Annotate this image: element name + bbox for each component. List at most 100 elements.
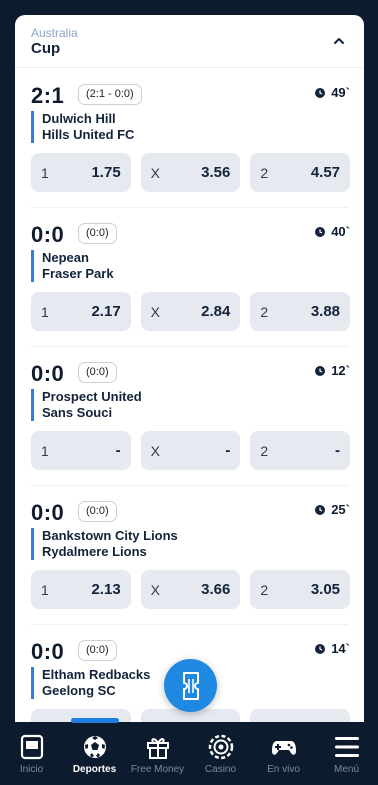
nav-item-en-vivo[interactable]: En vivo — [252, 722, 315, 785]
odd-label: 2 — [260, 303, 269, 320]
nav-item-deportes[interactable]: Deportes — [63, 722, 126, 785]
league-card: Australia Cup 2:1 (2:1 - 0:0) 49` Dulwic… — [15, 15, 364, 735]
match-score: 0:0 — [31, 222, 65, 247]
odd-value: 2.17 — [91, 303, 121, 320]
nav-item-menu[interactable]: Menú — [315, 722, 378, 785]
teams[interactable]: Dulwich Hill Hills United FC — [31, 111, 134, 143]
teams[interactable]: Prospect United Sans Souci — [31, 389, 142, 421]
league-name: Cup — [31, 40, 61, 57]
nav-label: Casino — [204, 764, 237, 775]
away-team: Rydalmere Lions — [42, 544, 147, 559]
odd-value: 1.75 — [91, 164, 121, 181]
odd-label: 1 — [41, 303, 49, 320]
gift-icon — [146, 738, 169, 759]
nav-label: Deportes — [72, 764, 117, 775]
odd-button-draw[interactable]: X- — [140, 431, 241, 470]
league-header[interactable]: Australia Cup — [15, 15, 364, 68]
ticket-icon — [182, 671, 199, 700]
match-time: 14` — [315, 641, 350, 656]
match-minute: 12` — [331, 363, 350, 378]
odd-button-draw[interactable]: X 2.84 — [140, 292, 241, 331]
away-team: Hills United FC — [42, 127, 135, 142]
match-card: 0:0 (0:0) 25` Bankstown City Lions Rydal… — [15, 500, 364, 639]
match-minute: 14` — [331, 641, 350, 656]
odd-label: X — [150, 164, 161, 181]
odd-button-away[interactable]: 2 3.88 — [250, 292, 351, 331]
odd-value: 3.66 — [201, 581, 231, 598]
nav-label: Menú — [333, 764, 359, 775]
home-team: Nepean — [42, 250, 89, 265]
odd-button-draw[interactable]: X 3.66 — [140, 570, 241, 609]
halftime-score-badge: (0:0) — [78, 640, 117, 661]
odd-value: - — [225, 442, 231, 459]
away-team: Geelong SC — [42, 683, 116, 698]
odd-button-home[interactable]: 1 2.17 — [31, 292, 131, 331]
halftime-score-badge: (2:1 - 0:0) — [78, 84, 142, 105]
halftime-score-badge: (0:0) — [78, 501, 117, 522]
halftime-score-badge: (0:0) — [78, 362, 117, 383]
match-time: 40` — [315, 224, 350, 239]
odd-label: 1 — [41, 442, 49, 459]
clock-icon — [315, 87, 326, 98]
odd-label: X — [150, 442, 161, 459]
match-score: 0:0 — [31, 361, 65, 386]
home-team: Eltham Redbacks — [42, 667, 151, 682]
odd-button-home[interactable]: 1- — [31, 431, 131, 470]
odd-label: 2 — [260, 581, 269, 598]
match-minute: 49` — [331, 85, 350, 100]
odds-row: 1- X- 2- — [31, 431, 351, 470]
app-frame: Australia Cup 2:1 (2:1 - 0:0) 49` Dulwic… — [0, 0, 378, 785]
match-score: 2:1 — [31, 83, 65, 108]
odd-label: 2 — [260, 442, 269, 459]
nav-label: En vivo — [267, 764, 300, 775]
league-country: Australia — [31, 26, 78, 40]
casino-chip-icon — [208, 734, 233, 760]
odd-value: 3.88 — [310, 303, 341, 320]
match-score: 0:0 — [31, 500, 65, 525]
odd-label: 1 — [41, 581, 49, 598]
nav-label: Inicio — [19, 764, 44, 775]
teams[interactable]: Bankstown City Lions Rydalmere Lions — [31, 528, 178, 560]
match-card: 0:0 (0:0) 40` Nepean Fraser Park 1 2.17 X… — [15, 222, 364, 361]
odd-value: - — [115, 442, 121, 459]
clock-icon — [315, 365, 326, 376]
home-team: Dulwich Hill — [42, 111, 116, 126]
divider — [31, 485, 349, 486]
away-team: Fraser Park — [42, 266, 114, 281]
match-minute: 25` — [331, 502, 350, 517]
chevron-up-icon[interactable] — [332, 35, 346, 47]
halftime-score-badge: (0:0) — [78, 223, 117, 244]
divider — [31, 207, 349, 208]
odds-row: 1 1.75 X 3.56 2 4.57 — [31, 153, 351, 192]
clock-icon — [315, 643, 326, 654]
nav-item-inicio[interactable]: Inicio — [0, 722, 63, 785]
soccer-ball-icon — [83, 736, 106, 758]
odd-button-away[interactable]: 2 4.57 — [250, 153, 351, 192]
odd-button-home[interactable]: 1 2.13 — [31, 570, 131, 609]
odd-button-away[interactable]: 2 3.05 — [250, 570, 351, 609]
divider — [31, 346, 349, 347]
odd-button-home[interactable]: 1 1.75 — [31, 153, 131, 192]
odd-label: 1 — [41, 164, 49, 181]
match-card: 0:0 (0:0) 12` Prospect United Sans Souci… — [15, 361, 364, 500]
odd-label: X — [150, 303, 161, 320]
odd-value: 3.05 — [310, 581, 341, 598]
odd-button-draw[interactable]: X 3.56 — [140, 153, 241, 192]
odd-value: 2.13 — [91, 581, 121, 598]
home-team: Prospect United — [42, 389, 142, 404]
odd-button-away[interactable]: 2- — [250, 431, 351, 470]
odd-label: X — [150, 581, 161, 598]
nav-item-free-money[interactable]: Free Money — [126, 722, 189, 785]
match-time: 12` — [315, 363, 350, 378]
betslip-button[interactable] — [164, 659, 217, 712]
teams[interactable]: Eltham Redbacks Geelong SC — [31, 667, 150, 699]
odd-value: 2.84 — [201, 303, 231, 320]
odds-row: 1 2.17 X 2.84 2 3.88 — [31, 292, 351, 331]
odd-value: 3.56 — [201, 164, 231, 181]
match-time: 49` — [315, 85, 350, 100]
teams[interactable]: Nepean Fraser Park — [31, 250, 114, 282]
home-icon — [20, 734, 43, 760]
clock-icon — [315, 226, 326, 237]
nav-item-casino[interactable]: Casino — [189, 722, 252, 785]
bottom-nav: Inicio Deportes Free Money Casino En viv… — [0, 718, 378, 785]
